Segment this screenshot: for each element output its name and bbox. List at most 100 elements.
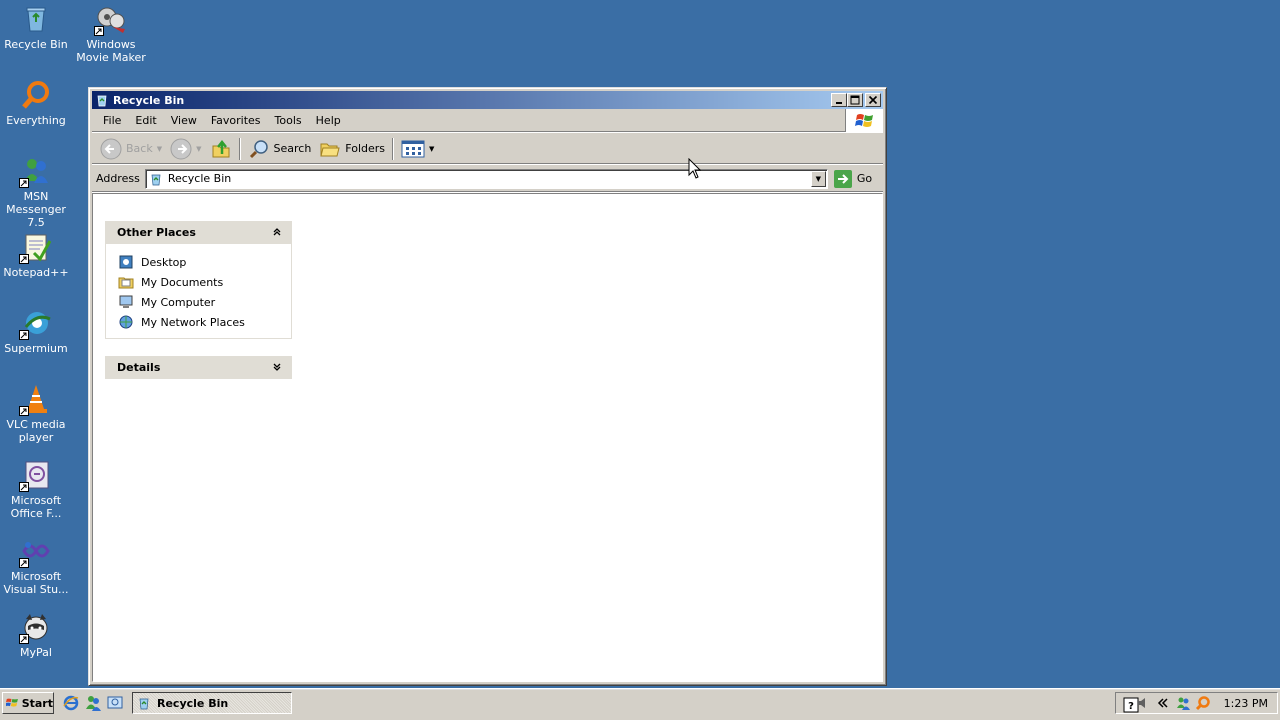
up-folder-button[interactable] xyxy=(206,136,236,162)
back-arrow-icon xyxy=(100,138,122,159)
chevron-down-icon[interactable]: ▼ xyxy=(196,145,201,153)
content-area[interactable]: Other Places Desktop My Documents My Com… xyxy=(92,193,883,682)
menu-help[interactable]: Help xyxy=(309,114,348,127)
clock[interactable]: 1:23 PM xyxy=(1224,697,1268,710)
recycle-bin-icon xyxy=(95,93,109,107)
place-label: My Network Places xyxy=(141,315,245,329)
desktop-icon-label: MyPal xyxy=(20,646,52,659)
panel-title: Details xyxy=(117,361,161,374)
up-folder-icon xyxy=(212,139,229,157)
desktop-icon-label: Notepad++ xyxy=(3,266,69,279)
maximize-icon xyxy=(850,95,860,105)
network-places-icon xyxy=(118,314,134,330)
desktop-icon-movie-maker[interactable]: Windows Movie Maker xyxy=(73,3,149,64)
collapse-chevron-icon[interactable] xyxy=(271,226,283,238)
address-dropdown-button[interactable]: ▼ xyxy=(810,170,826,187)
search-label: Search xyxy=(273,142,312,155)
shortcut-arrow-icon xyxy=(19,634,29,644)
desktop-icon-everything[interactable]: Everything xyxy=(0,79,74,127)
maximize-button[interactable] xyxy=(847,93,863,107)
movie-maker-icon xyxy=(94,3,127,36)
visual-studio-icon xyxy=(19,535,52,568)
other-places-list: Desktop My Documents My Computer My Netw… xyxy=(105,244,292,339)
title-bar[interactable]: Recycle Bin xyxy=(92,91,883,109)
menu-file[interactable]: File xyxy=(96,114,128,127)
toolbar-separator xyxy=(392,137,395,160)
shortcut-arrow-icon xyxy=(19,254,29,264)
folder-icon xyxy=(320,143,340,156)
messenger-tray-icon[interactable] xyxy=(1175,695,1191,711)
show-desktop-icon[interactable] xyxy=(106,694,124,712)
go-button[interactable]: Go xyxy=(833,169,873,188)
chevron-down-icon[interactable]: ▼ xyxy=(429,145,434,153)
messenger-quicklaunch-icon[interactable] xyxy=(84,694,102,712)
desktop-icon-supermium[interactable]: Supermium xyxy=(0,307,74,355)
search-button[interactable]: Search xyxy=(244,136,316,162)
minimize-icon xyxy=(836,102,842,104)
close-button[interactable] xyxy=(865,93,881,107)
system-tray: 1:23 PM xyxy=(1115,692,1278,714)
desktop-icon-visual-studio[interactable]: Microsoft Visual Stu... xyxy=(0,535,74,596)
place-my-network-places[interactable]: My Network Places xyxy=(118,312,291,332)
place-my-computer[interactable]: My Computer xyxy=(118,292,291,312)
desktop-icon-label: Recycle Bin xyxy=(4,38,68,51)
desktop-icon-label: Everything xyxy=(6,114,66,127)
desktop-icon xyxy=(118,254,134,270)
chevron-down-icon[interactable]: ▼ xyxy=(157,145,162,153)
desktop-icon-recycle-bin[interactable]: Recycle Bin xyxy=(0,3,74,51)
menu-bar: File Edit View Favorites Tools Help xyxy=(92,109,883,132)
forward-arrow-icon xyxy=(170,138,192,159)
forward-button[interactable]: ▼ xyxy=(166,136,205,162)
folders-button[interactable]: Folders xyxy=(315,136,389,162)
expand-chevron-icon[interactable] xyxy=(271,361,283,373)
menu-edit[interactable]: Edit xyxy=(128,114,163,127)
menu-view[interactable]: View xyxy=(164,114,204,127)
desktop-icon-vlc[interactable]: VLC media player xyxy=(0,383,74,444)
other-places-header[interactable]: Other Places xyxy=(105,221,292,244)
desktop-icon-label: Microsoft Office F... xyxy=(10,494,62,520)
toolbar-separator xyxy=(238,137,241,160)
place-label: Desktop xyxy=(141,255,187,269)
show-hidden-icons-chevron-icon[interactable] xyxy=(1155,695,1171,711)
msn-messenger-icon xyxy=(19,155,52,188)
back-label: Back xyxy=(126,142,153,155)
address-value: Recycle Bin xyxy=(167,172,232,185)
views-button[interactable]: ▼ xyxy=(397,136,438,162)
other-places-panel: Other Places Desktop My Documents My Com… xyxy=(105,221,292,339)
start-button[interactable]: Start xyxy=(2,692,54,714)
vlc-cone-icon xyxy=(19,383,52,416)
address-field[interactable]: Recycle Bin ▼ xyxy=(144,168,828,189)
shortcut-arrow-icon xyxy=(19,406,29,416)
start-label: Start xyxy=(21,696,53,710)
menu-favorites[interactable]: Favorites xyxy=(204,114,268,127)
place-desktop[interactable]: Desktop xyxy=(118,252,291,272)
volume-icon[interactable] xyxy=(1135,695,1151,711)
desktop-icon-label: Supermium xyxy=(4,342,68,355)
address-bar: Address Recycle Bin ▼ Go xyxy=(92,166,883,192)
my-documents-icon xyxy=(118,274,134,290)
desktop-icon-notepad-plus-plus[interactable]: Notepad++ xyxy=(0,231,74,279)
desktop-icon-msn-messenger[interactable]: MSN Messenger 7.5 xyxy=(0,155,74,229)
details-header[interactable]: Details xyxy=(105,356,292,379)
back-button[interactable]: Back ▼ xyxy=(96,136,166,162)
recycle-bin-icon xyxy=(151,174,161,185)
my-computer-icon xyxy=(118,294,134,310)
everything-tray-icon[interactable] xyxy=(1195,695,1211,711)
go-label: Go xyxy=(856,172,873,185)
desktop-icon-mypal[interactable]: MyPal xyxy=(0,611,74,659)
explorer-window[interactable]: Recycle Bin File Edit View Favorites Too… xyxy=(88,87,887,686)
place-my-documents[interactable]: My Documents xyxy=(118,272,291,292)
taskbar-button-recycle-bin[interactable]: Recycle Bin xyxy=(132,692,292,714)
shortcut-arrow-icon xyxy=(19,482,29,492)
address-label: Address xyxy=(96,172,140,185)
close-icon xyxy=(868,95,878,105)
menu-tools[interactable]: Tools xyxy=(268,114,309,127)
shortcut-arrow-icon xyxy=(19,330,29,340)
details-panel: Details xyxy=(105,356,292,379)
internet-explorer-icon[interactable] xyxy=(62,694,80,712)
desktop-icon-office[interactable]: Microsoft Office F... xyxy=(0,459,74,520)
recycle-bin-icon xyxy=(20,3,52,35)
supermium-browser-icon xyxy=(19,307,52,340)
minimize-button[interactable] xyxy=(831,93,847,107)
shortcut-arrow-icon xyxy=(94,26,104,36)
